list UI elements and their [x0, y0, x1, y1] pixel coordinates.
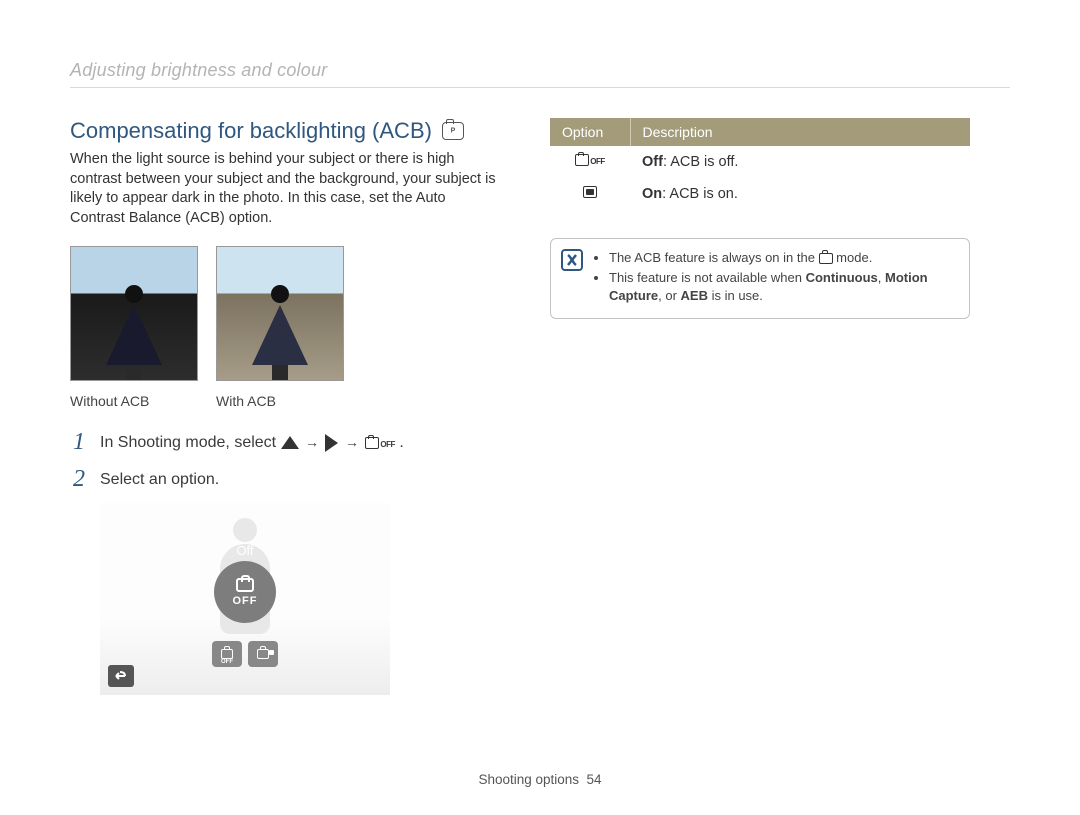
footer-section: Shooting options: [478, 772, 579, 787]
option-off-rest: : ACB is off.: [663, 154, 739, 170]
caption-with-acb: With ACB: [216, 393, 344, 409]
acb-off-option[interactable]: OFF: [212, 641, 242, 667]
option-on-bold: On: [642, 186, 662, 202]
step-2: 2 Select an option.: [70, 466, 500, 493]
step-1-end: .: [399, 434, 403, 451]
back-button[interactable]: [108, 665, 134, 687]
arrow-icon: →: [343, 434, 361, 450]
step-number-2: 2: [70, 466, 88, 493]
table-row: OFF Off: ACB is off.: [550, 146, 970, 178]
acb-selection-label: Off: [214, 543, 276, 558]
camera-ui-screenshot: Off OFF OFF: [100, 503, 390, 695]
step-1-text: In Shooting mode, select: [100, 434, 281, 451]
table-header-option: Option: [550, 118, 630, 146]
note-icon: [561, 249, 583, 271]
page-footer: Shooting options 54: [0, 772, 1080, 787]
table-row: On: ACB is on.: [550, 178, 970, 210]
options-table: Option Description OFF Off: ACB is off. …: [550, 118, 970, 210]
section-body: When the light source is behind your sub…: [70, 150, 500, 228]
right-triangle-icon: [325, 434, 338, 452]
step-number-1: 1: [70, 429, 88, 456]
step-2-text: Select an option.: [100, 471, 219, 489]
page-number: 54: [587, 772, 602, 787]
option-on-rest: : ACB is on.: [662, 186, 738, 202]
acb-selection-badge-text: OFF: [233, 595, 258, 607]
camera-icon: [236, 578, 254, 592]
note-bullet-2: This feature is not available when Conti…: [609, 269, 955, 305]
up-triangle-icon: [281, 436, 299, 449]
caption-without-acb: Without ACB: [70, 393, 198, 409]
note-bullet-1: The ACB feature is always on in the mode…: [609, 249, 955, 267]
acb-off-icon: OFF: [575, 154, 605, 166]
acb-on-option[interactable]: [248, 641, 278, 667]
camera-mode-icon: [819, 253, 833, 264]
note-box: The ACB feature is always on in the mode…: [550, 238, 970, 319]
arrow-icon: →: [303, 434, 321, 450]
example-photo-without-acb: [70, 246, 198, 381]
table-header-description: Description: [630, 118, 970, 146]
acb-off-icon: OFF: [365, 437, 395, 449]
option-off-bold: Off: [642, 154, 663, 170]
camera-program-mode-icon: P: [442, 122, 464, 140]
breadcrumb: Adjusting brightness and colour: [70, 60, 1010, 88]
acb-selection-badge: Off OFF: [214, 543, 276, 623]
acb-on-icon: [583, 186, 597, 202]
section-title: Compensating for backlighting (ACB): [70, 118, 432, 144]
example-photo-with-acb: [216, 246, 344, 381]
step-1: 1 In Shooting mode, select → → OFF .: [70, 429, 500, 456]
